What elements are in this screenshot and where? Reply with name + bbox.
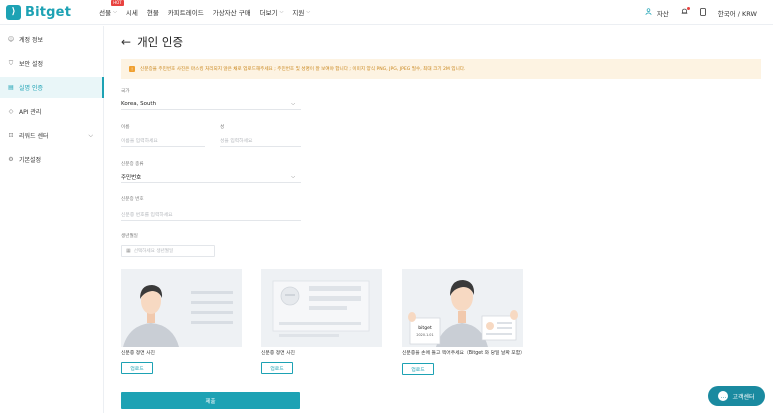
sidebar-item-api[interactable]: ◇ API 관리 bbox=[0, 101, 103, 122]
id-front-illustration bbox=[121, 269, 242, 347]
nav-item-more[interactable]: 더보기 ⌵ bbox=[260, 7, 284, 17]
logo-text: Bitget bbox=[25, 4, 72, 20]
page-title-text: 개인 인증 bbox=[137, 35, 184, 49]
shield-icon: ⛉ bbox=[8, 59, 14, 67]
hot-badge: HOT bbox=[111, 0, 124, 6]
sidebar-item-label: 보안 설정 bbox=[19, 61, 43, 68]
upload-button[interactable]: 업로드 bbox=[402, 363, 434, 375]
sign-text: bitget bbox=[418, 326, 432, 331]
sidebar: ☺ 계정 정보 ⛉ 보안 설정 ▤ 실명 인증 ◇ API 관리 ⊡ 리워드 센… bbox=[0, 26, 104, 413]
nav-label: 선물 bbox=[99, 9, 112, 17]
notification-dot bbox=[686, 7, 690, 10]
bitget-logo-icon: ⟩ bbox=[6, 4, 21, 20]
chevron-down-icon: ⌵ bbox=[306, 9, 311, 15]
notification-bell[interactable] bbox=[681, 7, 690, 17]
chevron-down-icon: ⌵ bbox=[291, 100, 295, 107]
chevron-down-icon: ⌵ bbox=[291, 173, 295, 180]
nav-item-copy-trade[interactable]: 카피트레이드 bbox=[168, 7, 204, 17]
id-number-input[interactable]: 신분증 번호를 입력하세요 bbox=[121, 209, 301, 221]
nav-label: 더보기 bbox=[259, 9, 278, 17]
surname-input[interactable]: 성을 입력하세요 bbox=[220, 135, 301, 147]
gift-icon: ⊡ bbox=[8, 132, 14, 139]
top-navigation-bar: ⟩ Bitget 선물 ⌵ HOT 시세 현물 카피트레이드 가상자산 구매 더보… bbox=[0, 0, 773, 25]
phone-icon bbox=[699, 7, 706, 18]
main-content: ← 개인 인증 ! 신분증을 주민번호 사진은 마스킹 처리되지 않은 채로 업… bbox=[105, 26, 773, 413]
page-title: ← 개인 인증 bbox=[121, 34, 183, 50]
sidebar-item-preferences[interactable]: ⚙ 기본설정 bbox=[0, 149, 103, 170]
warning-icon: ! bbox=[129, 66, 135, 72]
birth-date-label: 생년월일 bbox=[121, 234, 138, 239]
nav-item-spot[interactable]: 현물 bbox=[147, 7, 159, 17]
chevron-down-icon: ⌵ bbox=[88, 131, 93, 139]
id-front-example-image bbox=[121, 269, 242, 347]
id-number-label: 신분증 번호 bbox=[121, 197, 144, 202]
id-back-example-image bbox=[261, 269, 382, 347]
birth-date-picker[interactable]: ▦ 선택하세요 생년월일 bbox=[121, 245, 215, 257]
country-select[interactable]: Korea, South ⌵ bbox=[121, 98, 301, 110]
selfie-example-image: bitget 2020.1.01 bbox=[402, 269, 523, 347]
chat-icon: … bbox=[718, 391, 729, 401]
first-name-input[interactable]: 이름을 입력하세요 bbox=[121, 135, 205, 147]
nav-label: 현물 bbox=[146, 9, 159, 17]
download-app[interactable] bbox=[699, 7, 706, 18]
submit-button[interactable]: 제출 bbox=[121, 392, 300, 409]
sidebar-item-label: 기본설정 bbox=[19, 157, 42, 164]
language-label: 한국어 / KRW bbox=[717, 9, 757, 18]
id-type-value: 주민번호 bbox=[121, 174, 142, 181]
sidebar-item-label: API 관리 bbox=[19, 109, 42, 116]
id-type-select[interactable]: 주민번호 ⌵ bbox=[121, 171, 301, 183]
id-number-placeholder: 신분증 번호를 입력하세요 bbox=[121, 213, 173, 218]
surname-label: 성 bbox=[220, 125, 225, 130]
calendar-icon: ▦ bbox=[126, 248, 131, 254]
assets-label: 자산 bbox=[656, 9, 669, 18]
nav-label: 카피트레이드 bbox=[167, 9, 204, 17]
country-value: Korea, South bbox=[121, 100, 157, 107]
birth-date-placeholder: 선택하세요 생년월일 bbox=[133, 249, 174, 254]
user-icon bbox=[645, 8, 652, 17]
notice-banner: ! 신분증을 주민번호 사진은 마스킹 처리되지 않은 채로 업로드해주세요 ;… bbox=[121, 59, 761, 79]
sign-date: 2020.1.01 bbox=[416, 333, 434, 337]
sidebar-item-account-info[interactable]: ☺ 계정 정보 bbox=[0, 29, 103, 50]
id-card-icon: ▤ bbox=[8, 84, 14, 91]
api-icon: ◇ bbox=[8, 108, 14, 115]
card-caption: 신분증 정면 사진 bbox=[261, 351, 295, 356]
user-icon: ☺ bbox=[7, 36, 15, 43]
id-card-illustration bbox=[261, 269, 382, 347]
card-caption: 신분증 정면 사진 bbox=[121, 351, 155, 356]
nav-item-markets[interactable]: 시세 bbox=[126, 7, 138, 17]
nav-label: 가상자산 구매 bbox=[212, 9, 251, 17]
sidebar-item-rewards[interactable]: ⊡ 리워드 센터 ⌵ bbox=[0, 125, 103, 146]
top-right-actions: 자산 한국어 / KRW bbox=[633, 0, 757, 25]
nav-label: 시세 bbox=[125, 9, 138, 17]
sidebar-item-label: 실명 인증 bbox=[19, 85, 43, 92]
notice-text: 신분증을 주민번호 사진은 마스킹 처리되지 않은 채로 업로드해주세요 ; 주… bbox=[140, 67, 466, 72]
main-nav: 선물 ⌵ HOT 시세 현물 카피트레이드 가상자산 구매 더보기 ⌵ 지원 ⌵ bbox=[99, 0, 319, 25]
language-currency-selector[interactable]: 한국어 / KRW bbox=[718, 8, 757, 18]
id-type-label: 신분증 종류 bbox=[121, 162, 144, 167]
chevron-down-icon: ⌵ bbox=[279, 9, 284, 15]
nav-label: 지원 bbox=[292, 9, 305, 17]
upload-button[interactable]: 업로드 bbox=[121, 362, 153, 374]
customer-service-button[interactable]: … 고객센터 bbox=[708, 386, 765, 406]
sidebar-item-verification[interactable]: ▤ 실명 인증 bbox=[0, 77, 104, 98]
upload-button[interactable]: 업로드 bbox=[261, 362, 293, 374]
sidebar-item-label: 계정 정보 bbox=[19, 37, 43, 44]
nav-item-futures[interactable]: 선물 ⌵ HOT bbox=[99, 0, 124, 17]
assets-menu[interactable]: 자산 bbox=[645, 8, 669, 18]
nav-item-support[interactable]: 지원 ⌵ bbox=[292, 7, 310, 17]
country-label: 국가 bbox=[121, 89, 130, 94]
chevron-down-icon: ⌵ bbox=[113, 9, 117, 15]
back-arrow-icon[interactable]: ← bbox=[121, 35, 131, 49]
customer-service-label: 고객센터 bbox=[732, 393, 755, 401]
first-name-placeholder: 이름을 입력하세요 bbox=[121, 139, 158, 144]
sidebar-item-label: 리워드 센터 bbox=[19, 133, 49, 140]
sidebar-item-security[interactable]: ⛉ 보안 설정 bbox=[0, 53, 103, 74]
bitget-logo[interactable]: ⟩ Bitget bbox=[6, 4, 72, 20]
first-name-label: 이름 bbox=[121, 125, 130, 130]
gear-icon: ⚙ bbox=[8, 156, 14, 163]
surname-placeholder: 성을 입력하세요 bbox=[220, 139, 253, 144]
card-caption: 신분증을 손에 들고 찍어주세요（Bitget 와 당일 날짜 포함） bbox=[402, 351, 525, 356]
nav-item-buy-crypto[interactable]: 가상자산 구매 bbox=[213, 7, 251, 17]
